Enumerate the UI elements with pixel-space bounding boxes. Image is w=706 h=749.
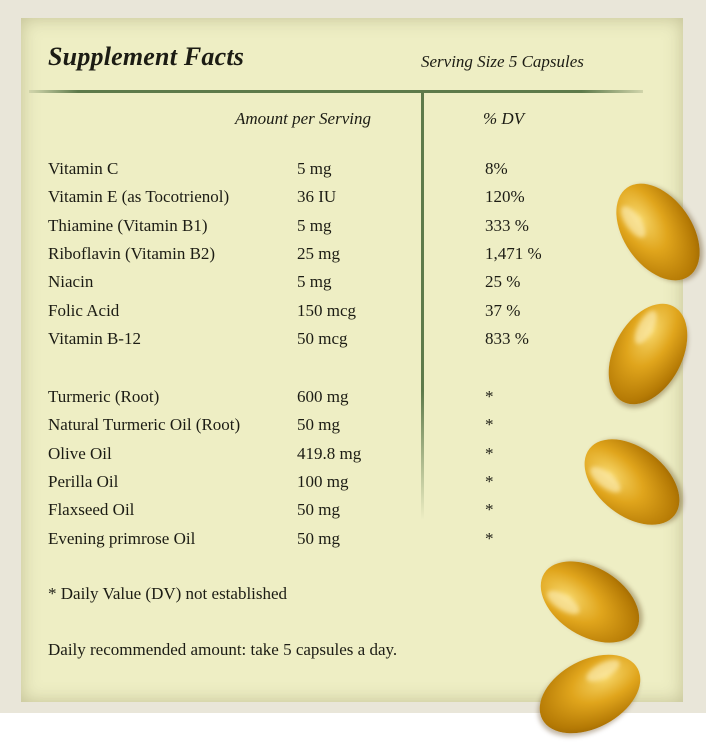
nutrient-name: Thiamine (Vitamin B1) (48, 215, 208, 235)
dv-header: % DV (483, 109, 525, 128)
table-row: Natural Turmeric Oil (Root) 50 mg * (48, 412, 608, 438)
table-row: Perilla Oil 100 mg * (48, 469, 608, 495)
table-row: Vitamin C 5 mg 8% (48, 156, 608, 182)
nutrient-dv: * (485, 443, 494, 463)
table-row: Olive Oil 419.8 mg * (48, 441, 608, 467)
nutrient-amount: 150 mcg (297, 300, 357, 320)
nutrient-amount: 25 mg (297, 243, 340, 263)
nutrient-dv: * (485, 387, 494, 406)
nutrient-name: Evening primrose Oil (48, 528, 196, 548)
nutrient-dv: 8% (485, 159, 508, 178)
table-row: Vitamin B-12 50 mcg 833 % (48, 326, 608, 352)
table-row: Vitamin E (as Tocotrienol) 36 IU 120% (48, 184, 608, 210)
nutrient-name: Niacin (48, 272, 94, 292)
nutrient-amount: 5 mg (297, 215, 332, 235)
table-row: Flaxseed Oil 50 mg * (48, 497, 608, 523)
nutrient-amount: 419.8 mg (297, 443, 362, 463)
nutrient-name: Vitamin C (48, 159, 119, 178)
nutrient-name: Vitamin B-12 (48, 328, 141, 348)
table-row: Evening primrose Oil 50 mg * (48, 526, 608, 552)
table-row: Turmeric (Root) 600 mg * (48, 384, 608, 410)
nutrient-amount: 100 mg (297, 471, 349, 491)
nutrient-dv: 1,471 % (485, 243, 542, 263)
nutrient-dv: 37 % (485, 300, 521, 320)
page-title: Supplement Facts (48, 42, 245, 71)
nutrient-amount: 50 mg (297, 500, 340, 520)
table-row: Folic Acid 150 mcg 37 % (48, 298, 608, 324)
nutrient-amount: 5 mg (297, 159, 332, 178)
daily-recommendation: Daily recommended amount: take 5 capsule… (48, 640, 398, 659)
nutrient-dv: * (485, 471, 494, 491)
nutrient-dv: * (485, 415, 494, 435)
header-divider (29, 90, 643, 93)
nutrient-dv: 25 % (485, 272, 521, 292)
table-row: Thiamine (Vitamin B1) 5 mg 333 % (48, 213, 608, 239)
nutrient-dv: 333 % (485, 215, 529, 235)
nutrient-dv: 833 % (485, 328, 529, 348)
nutrient-name: Vitamin E (as Tocotrienol) (48, 187, 230, 207)
table-row: Niacin 5 mg 25 % (48, 269, 608, 295)
table-row: Riboflavin (Vitamin B2) 25 mg 1,471 % (48, 241, 608, 267)
nutrient-name: Perilla Oil (48, 471, 119, 491)
amount-per-serving-header: Amount per Serving (235, 109, 371, 128)
nutrient-amount: 36 IU (297, 187, 337, 207)
nutrient-amount: 50 mg (297, 415, 340, 435)
nutrient-name: Olive Oil (48, 443, 112, 463)
nutrient-amount: 600 mg (297, 387, 349, 406)
nutrient-dv: 120% (485, 187, 525, 207)
nutrient-amount: 50 mg (297, 528, 340, 548)
nutrient-dv: * (485, 500, 494, 520)
nutrient-name: Natural Turmeric Oil (Root) (48, 415, 241, 435)
nutrient-name: Turmeric (Root) (48, 387, 160, 406)
serving-size: Serving Size 5 Capsules (421, 52, 584, 71)
nutrient-name: Folic Acid (48, 300, 120, 320)
nutrient-name: Flaxseed Oil (48, 500, 135, 520)
dv-footnote: * Daily Value (DV) not established (48, 584, 288, 603)
nutrient-amount: 5 mg (297, 272, 332, 292)
nutrient-amount: 50 mcg (297, 328, 348, 348)
nutrient-name: Riboflavin (Vitamin B2) (48, 243, 216, 263)
nutrient-dv: * (485, 528, 494, 548)
